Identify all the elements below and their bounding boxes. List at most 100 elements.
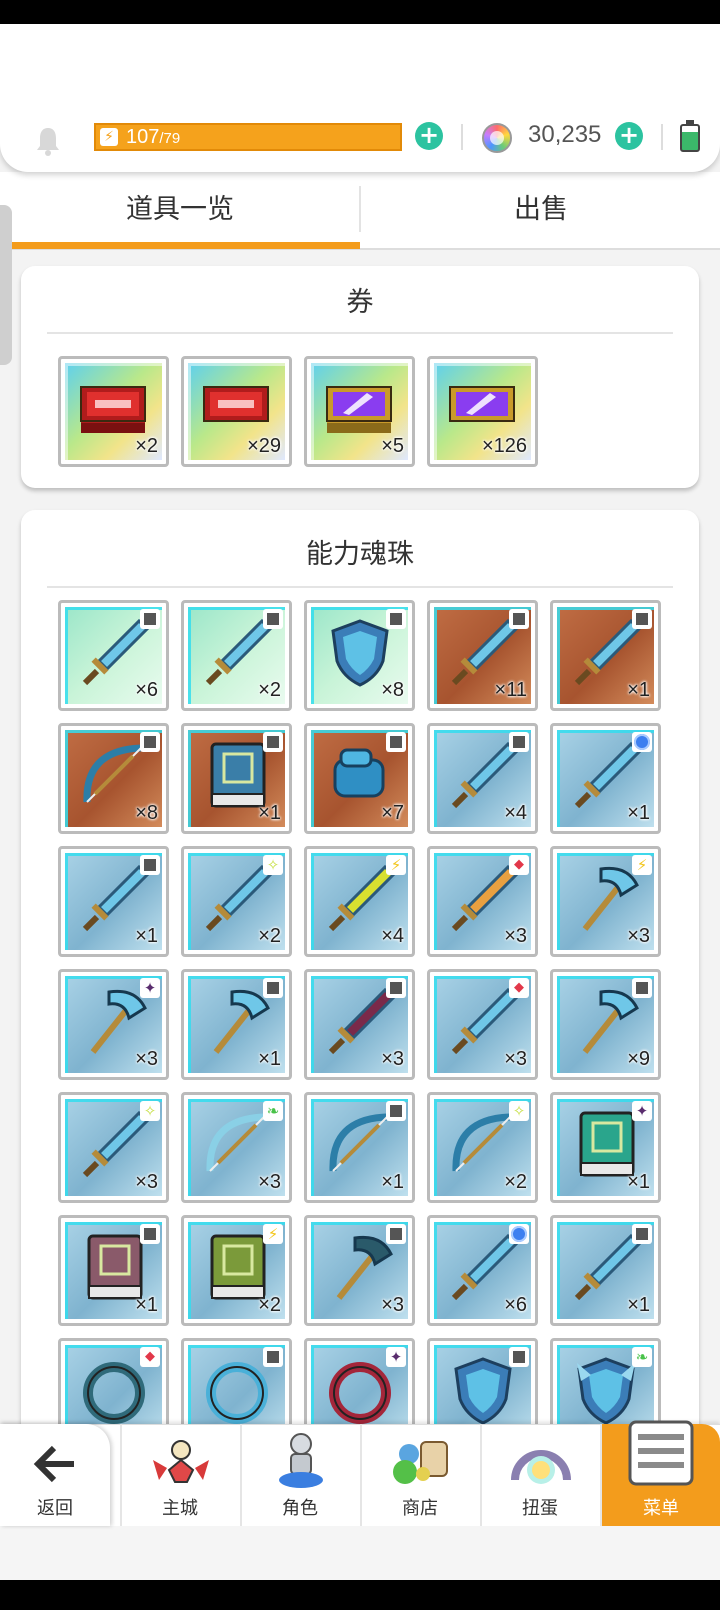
- nav-castle[interactable]: 主城: [120, 1424, 238, 1526]
- nav-gacha-label: 扭蛋: [522, 1498, 558, 1519]
- rarity-badge-icon: ✧: [509, 1101, 529, 1121]
- soul-orb-item[interactable]: ✦ ×3: [58, 969, 169, 1080]
- soul-orb-item[interactable]: ✧ ×2: [181, 846, 292, 957]
- rarity-badge-icon: ✧: [263, 855, 283, 875]
- tickets-title: 券: [47, 280, 673, 334]
- item-frame: ×8: [311, 607, 408, 704]
- soul-orb-item[interactable]: ×1: [550, 1215, 661, 1326]
- item-frame: ×11: [434, 607, 531, 704]
- castle-icon: [153, 1440, 209, 1483]
- item-count: ×2: [258, 1294, 281, 1316]
- item-frame: ◆ ×3: [434, 976, 531, 1073]
- rarity-badge-icon: [632, 1224, 652, 1244]
- soul-orb-item[interactable]: ◆ ×3: [427, 969, 538, 1080]
- rarity-badge-icon: [386, 1101, 406, 1121]
- soul-orb-item[interactable]: ×1: [181, 969, 292, 1080]
- item-count: ×4: [504, 802, 527, 824]
- item-frame: ×8: [65, 730, 162, 827]
- soul-orb-item[interactable]: ⚡ ×3: [550, 846, 661, 957]
- item-frame: ×2: [65, 363, 162, 460]
- nav-shop-label: 商店: [402, 1498, 438, 1519]
- soul-orb-title: 能力魂珠: [47, 530, 673, 588]
- rarity-badge-icon: [632, 978, 652, 998]
- soul-orb-item[interactable]: ✧ ×2: [427, 1092, 538, 1203]
- soul-orb-item[interactable]: ×1: [58, 846, 169, 957]
- bell-icon[interactable]: [34, 125, 62, 157]
- rarity-badge-icon: [386, 1224, 406, 1244]
- soul-orb-item[interactable]: ◆ ×3: [427, 846, 538, 957]
- rarity-badge-icon: [632, 609, 652, 629]
- nav-character[interactable]: 角色: [240, 1424, 358, 1526]
- rarity-badge-icon: ❧: [263, 1101, 283, 1121]
- soul-orb-item[interactable]: ×6: [58, 600, 169, 711]
- item-count: ×2: [258, 679, 281, 701]
- add-energy-button[interactable]: +: [415, 122, 443, 150]
- nav-castle-label: 主城: [162, 1498, 198, 1519]
- soul-orb-item[interactable]: ×7: [304, 723, 415, 834]
- item-frame: ✦ ×3: [65, 976, 162, 1073]
- tab-item-list[interactable]: 道具一览: [0, 172, 360, 248]
- tickets-panel: 券 ×2 ×29 ×5 ×126: [21, 266, 699, 488]
- ticket-item[interactable]: ×5: [304, 356, 415, 467]
- tab-sell[interactable]: 出售: [362, 172, 720, 248]
- item-count: ×3: [258, 1171, 281, 1193]
- soul-orb-item[interactable]: ✧ ×3: [58, 1092, 169, 1203]
- soul-orb-item[interactable]: ×3: [304, 1215, 415, 1326]
- item-frame: ×1: [65, 853, 162, 950]
- shop-icon: [393, 1441, 448, 1484]
- item-count: ×1: [627, 1171, 650, 1193]
- ticket-item[interactable]: ×29: [181, 356, 292, 467]
- item-count: ×5: [381, 435, 404, 457]
- soul-orb-item[interactable]: ×1: [550, 723, 661, 834]
- item-frame: ×9: [557, 976, 654, 1073]
- item-count: ×6: [135, 679, 158, 701]
- side-drawer-handle[interactable]: [0, 205, 12, 365]
- soul-orb-item[interactable]: ✦ ×1: [550, 1092, 661, 1203]
- rarity-badge-icon: ◆: [140, 1347, 160, 1367]
- rarity-badge-icon: [632, 732, 652, 752]
- rarity-badge-icon: [263, 978, 283, 998]
- item-count: ×2: [258, 925, 281, 947]
- rarity-badge-icon: ✦: [386, 1347, 406, 1367]
- item-frame: ❧ ×3: [188, 1099, 285, 1196]
- soul-orb-item[interactable]: ×4: [427, 723, 538, 834]
- item-count: ×3: [135, 1171, 158, 1193]
- tab-bar: 道具一览 出售: [0, 172, 720, 250]
- soul-orb-item[interactable]: ×11: [427, 600, 538, 711]
- add-gems-button[interactable]: +: [615, 122, 643, 150]
- ticket-item[interactable]: ×126: [427, 356, 538, 467]
- soul-orb-item[interactable]: ×2: [181, 600, 292, 711]
- rarity-badge-icon: ◆: [509, 978, 529, 998]
- item-count: ×9: [627, 1048, 650, 1070]
- rarity-badge-icon: [386, 609, 406, 629]
- item-count: ×8: [135, 802, 158, 824]
- soul-orb-item[interactable]: ×1: [550, 600, 661, 711]
- gem-count: 30,235: [528, 121, 602, 148]
- item-count: ×11: [494, 679, 527, 701]
- nav-shop[interactable]: 商店: [360, 1424, 478, 1526]
- soul-orb-item[interactable]: ×8: [304, 600, 415, 711]
- soul-orb-item[interactable]: ×1: [304, 1092, 415, 1203]
- nav-menu[interactable]: 菜单: [600, 1420, 720, 1526]
- soul-orb-item[interactable]: ×1: [181, 723, 292, 834]
- soul-orb-item[interactable]: ×3: [304, 969, 415, 1080]
- soul-orb-item[interactable]: ×6: [427, 1215, 538, 1326]
- nav-gacha[interactable]: 扭蛋: [480, 1424, 598, 1526]
- ticket-item[interactable]: ×2: [58, 356, 169, 467]
- rarity-badge-icon: [509, 732, 529, 752]
- soul-orb-item[interactable]: ×9: [550, 969, 661, 1080]
- item-count: ×2: [504, 1171, 527, 1193]
- back-button[interactable]: 返回: [0, 1424, 110, 1526]
- soul-orb-item[interactable]: ❧ ×3: [181, 1092, 292, 1203]
- soul-orb-item[interactable]: ⚡ ×4: [304, 846, 415, 957]
- item-count: ×1: [627, 802, 650, 824]
- item-frame: ◆ ×3: [434, 853, 531, 950]
- item-count: ×7: [381, 802, 404, 824]
- rarity-badge-icon: [140, 1224, 160, 1244]
- item-frame: ×126: [434, 363, 531, 460]
- soul-orb-item[interactable]: ⚡ ×2: [181, 1215, 292, 1326]
- soul-orb-item[interactable]: ×1: [58, 1215, 169, 1326]
- soul-orb-item[interactable]: ×8: [58, 723, 169, 834]
- rarity-badge-icon: [386, 732, 406, 752]
- status-divider: [461, 124, 463, 150]
